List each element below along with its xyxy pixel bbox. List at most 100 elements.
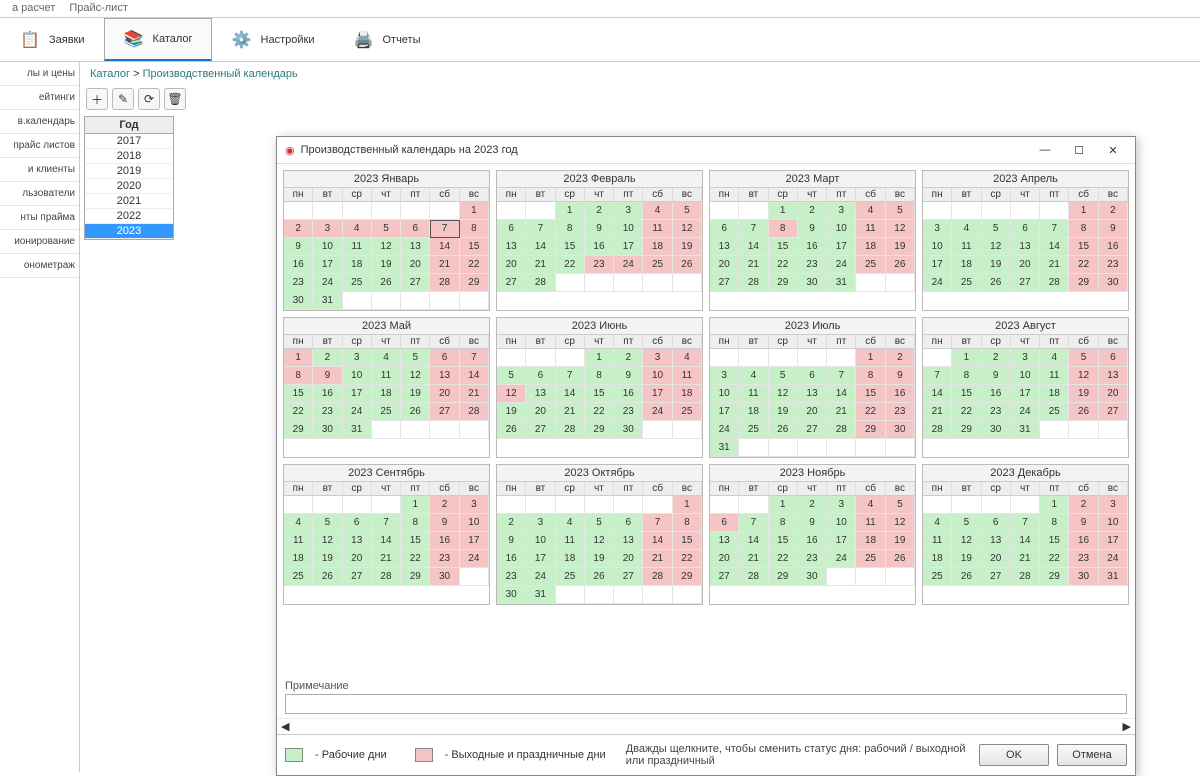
day-cell[interactable]: 31 (526, 586, 555, 604)
day-cell[interactable]: 29 (284, 421, 313, 439)
day-cell[interactable]: 6 (614, 514, 643, 532)
day-cell[interactable]: 17 (460, 532, 489, 550)
day-cell[interactable]: 19 (1069, 385, 1098, 403)
sidebar-item[interactable]: в.календарь (0, 110, 79, 134)
day-cell[interactable]: 17 (614, 238, 643, 256)
year-row[interactable]: 2019 (85, 164, 173, 179)
day-cell[interactable]: 23 (886, 403, 915, 421)
day-cell[interactable]: 20 (1011, 256, 1040, 274)
day-cell[interactable]: 2 (313, 349, 342, 367)
day-cell[interactable]: 22 (673, 550, 702, 568)
day-cell[interactable]: 13 (526, 385, 555, 403)
day-cell[interactable]: 15 (856, 385, 885, 403)
day-cell[interactable]: 9 (982, 367, 1011, 385)
day-cell[interactable]: 30 (886, 421, 915, 439)
day-cell[interactable]: 22 (1069, 256, 1098, 274)
day-cell[interactable]: 20 (614, 550, 643, 568)
breadcrumb-link[interactable]: Каталог (90, 68, 130, 80)
day-cell[interactable]: 4 (923, 514, 952, 532)
day-cell[interactable]: 22 (585, 403, 614, 421)
day-cell[interactable]: 14 (739, 532, 768, 550)
day-cell[interactable]: 10 (923, 238, 952, 256)
day-cell[interactable]: 26 (769, 421, 798, 439)
day-cell[interactable]: 15 (769, 238, 798, 256)
day-cell[interactable]: 25 (739, 421, 768, 439)
day-cell[interactable]: 12 (585, 532, 614, 550)
close-button[interactable]: ✕ (1099, 141, 1127, 159)
day-cell[interactable]: 9 (585, 220, 614, 238)
day-cell[interactable]: 12 (1069, 367, 1098, 385)
day-cell[interactable]: 10 (827, 514, 856, 532)
day-cell[interactable]: 6 (343, 514, 372, 532)
day-cell[interactable]: 12 (769, 385, 798, 403)
day-cell[interactable]: 29 (401, 568, 430, 586)
day-cell[interactable]: 22 (952, 403, 981, 421)
day-cell[interactable]: 21 (556, 403, 585, 421)
day-cell[interactable]: 4 (856, 496, 885, 514)
cancel-button[interactable]: Отмена (1057, 744, 1127, 766)
day-cell[interactable]: 20 (710, 550, 739, 568)
day-cell[interactable]: 18 (952, 256, 981, 274)
day-cell[interactable]: 16 (1099, 238, 1128, 256)
day-cell[interactable]: 6 (430, 349, 459, 367)
day-cell[interactable]: 21 (526, 256, 555, 274)
day-cell[interactable]: 3 (710, 367, 739, 385)
day-cell[interactable]: 18 (556, 550, 585, 568)
day-cell[interactable]: 27 (343, 568, 372, 586)
day-cell[interactable]: 27 (401, 274, 430, 292)
day-cell[interactable]: 1 (769, 202, 798, 220)
day-cell[interactable]: 11 (284, 532, 313, 550)
day-cell[interactable]: 20 (526, 403, 555, 421)
day-cell[interactable]: 2 (585, 202, 614, 220)
day-cell[interactable]: 28 (1011, 568, 1040, 586)
day-cell[interactable]: 7 (556, 367, 585, 385)
day-cell[interactable]: 20 (1099, 385, 1128, 403)
day-cell[interactable]: 16 (313, 385, 342, 403)
day-cell[interactable]: 23 (1069, 550, 1098, 568)
day-cell[interactable]: 30 (284, 292, 313, 310)
day-cell[interactable]: 14 (556, 385, 585, 403)
day-cell[interactable]: 10 (1099, 514, 1128, 532)
day-cell[interactable]: 25 (856, 550, 885, 568)
day-cell[interactable]: 18 (1040, 385, 1069, 403)
day-cell[interactable]: 21 (739, 550, 768, 568)
day-cell[interactable]: 7 (643, 514, 672, 532)
day-cell[interactable]: 31 (1011, 421, 1040, 439)
day-cell[interactable]: 19 (401, 385, 430, 403)
day-cell[interactable]: 12 (886, 220, 915, 238)
day-cell[interactable]: 12 (673, 220, 702, 238)
day-cell[interactable]: 28 (1040, 274, 1069, 292)
day-cell[interactable]: 25 (952, 274, 981, 292)
day-cell[interactable]: 7 (1040, 220, 1069, 238)
day-cell[interactable]: 25 (372, 403, 401, 421)
day-cell[interactable]: 19 (497, 403, 526, 421)
day-cell[interactable]: 28 (923, 421, 952, 439)
day-cell[interactable]: 11 (952, 238, 981, 256)
year-row[interactable]: 2023 (85, 224, 173, 239)
day-cell[interactable]: 2 (798, 202, 827, 220)
day-cell[interactable]: 12 (372, 238, 401, 256)
day-cell[interactable]: 9 (497, 532, 526, 550)
day-cell[interactable]: 7 (1011, 514, 1040, 532)
day-cell[interactable]: 21 (1040, 256, 1069, 274)
day-cell[interactable]: 28 (372, 568, 401, 586)
day-cell[interactable]: 26 (886, 550, 915, 568)
day-cell[interactable]: 12 (401, 367, 430, 385)
day-cell[interactable]: 2 (1099, 202, 1128, 220)
day-cell[interactable]: 18 (643, 238, 672, 256)
day-cell[interactable]: 3 (1011, 349, 1040, 367)
day-cell[interactable]: 21 (430, 256, 459, 274)
day-cell[interactable]: 27 (526, 421, 555, 439)
year-row[interactable]: 2021 (85, 194, 173, 209)
h-scrollbar[interactable]: ◀▶ (277, 718, 1135, 734)
day-cell[interactable]: 8 (856, 367, 885, 385)
day-cell[interactable]: 21 (372, 550, 401, 568)
day-cell[interactable]: 15 (284, 385, 313, 403)
day-cell[interactable]: 22 (1040, 550, 1069, 568)
day-cell[interactable]: 29 (769, 274, 798, 292)
day-cell[interactable]: 15 (585, 385, 614, 403)
day-cell[interactable]: 11 (856, 220, 885, 238)
day-cell[interactable]: 22 (401, 550, 430, 568)
tab-catalog[interactable]: 📚Каталог (104, 18, 212, 61)
delete-button[interactable]: 🗑 (164, 88, 186, 110)
